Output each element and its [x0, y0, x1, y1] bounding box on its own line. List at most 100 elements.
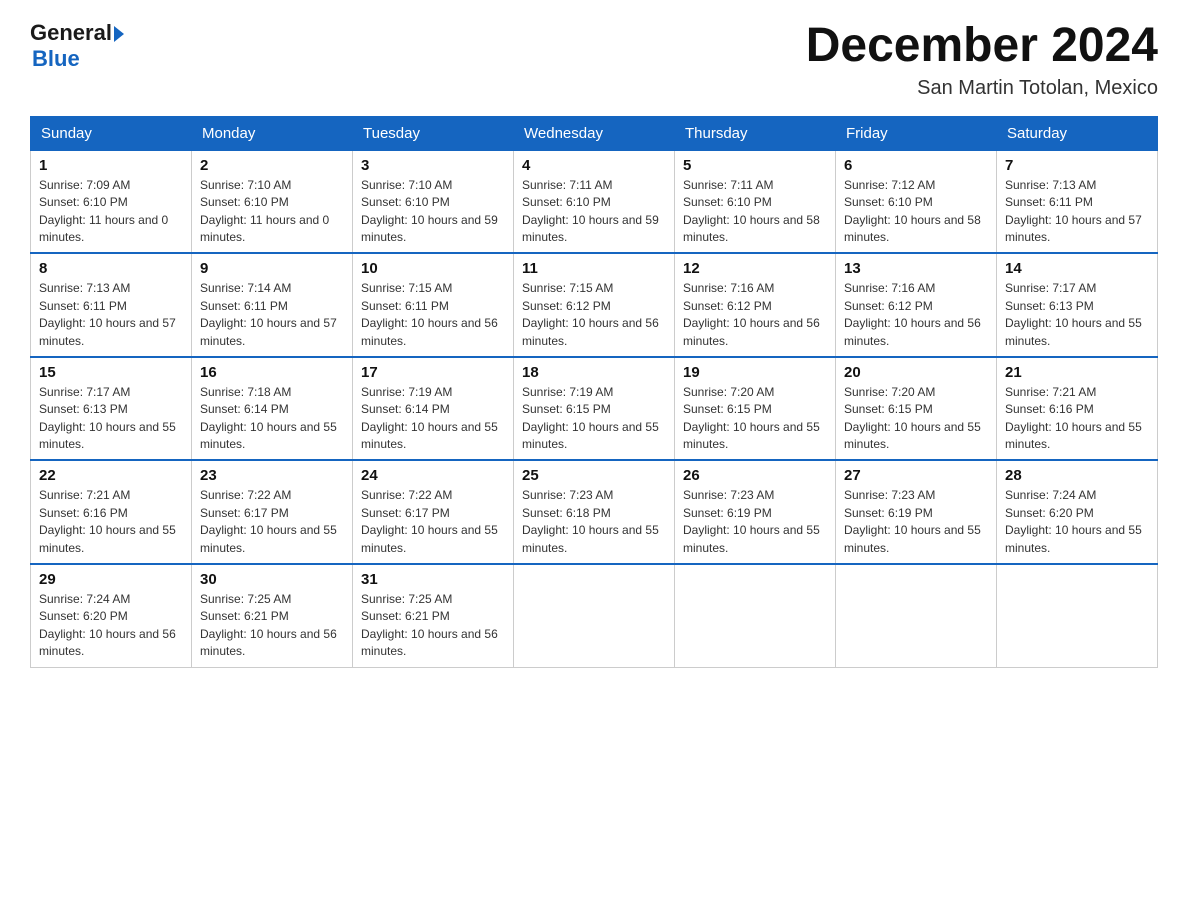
table-row: 30 Sunrise: 7:25 AMSunset: 6:21 PMDaylig… — [192, 564, 353, 667]
day-number: 1 — [39, 157, 183, 174]
day-info: Sunrise: 7:17 AMSunset: 6:13 PMDaylight:… — [1005, 281, 1142, 347]
table-row: 17 Sunrise: 7:19 AMSunset: 6:14 PMDaylig… — [353, 357, 514, 461]
day-info: Sunrise: 7:17 AMSunset: 6:13 PMDaylight:… — [39, 385, 176, 451]
day-info: Sunrise: 7:16 AMSunset: 6:12 PMDaylight:… — [844, 281, 981, 347]
day-info: Sunrise: 7:21 AMSunset: 6:16 PMDaylight:… — [1005, 385, 1142, 451]
day-info: Sunrise: 7:16 AMSunset: 6:12 PMDaylight:… — [683, 281, 820, 347]
table-row: 7 Sunrise: 7:13 AMSunset: 6:11 PMDayligh… — [997, 150, 1158, 253]
day-info: Sunrise: 7:18 AMSunset: 6:14 PMDaylight:… — [200, 385, 337, 451]
day-info: Sunrise: 7:19 AMSunset: 6:14 PMDaylight:… — [361, 385, 498, 451]
day-info: Sunrise: 7:21 AMSunset: 6:16 PMDaylight:… — [39, 488, 176, 554]
day-number: 6 — [844, 157, 988, 174]
day-info: Sunrise: 7:22 AMSunset: 6:17 PMDaylight:… — [200, 488, 337, 554]
col-thursday: Thursday — [675, 116, 836, 150]
table-row: 16 Sunrise: 7:18 AMSunset: 6:14 PMDaylig… — [192, 357, 353, 461]
table-row: 23 Sunrise: 7:22 AMSunset: 6:17 PMDaylig… — [192, 460, 353, 564]
day-info: Sunrise: 7:20 AMSunset: 6:15 PMDaylight:… — [683, 385, 820, 451]
day-info: Sunrise: 7:25 AMSunset: 6:21 PMDaylight:… — [361, 592, 498, 658]
day-number: 18 — [522, 364, 666, 381]
logo-blue-text: Blue — [32, 46, 80, 72]
table-row — [514, 564, 675, 667]
table-row — [836, 564, 997, 667]
day-info: Sunrise: 7:09 AMSunset: 6:10 PMDaylight:… — [39, 178, 168, 244]
table-row: 15 Sunrise: 7:17 AMSunset: 6:13 PMDaylig… — [31, 357, 192, 461]
table-row: 6 Sunrise: 7:12 AMSunset: 6:10 PMDayligh… — [836, 150, 997, 253]
table-row: 14 Sunrise: 7:17 AMSunset: 6:13 PMDaylig… — [997, 253, 1158, 357]
day-number: 17 — [361, 364, 505, 381]
title-area: December 2024 San Martin Totolan, Mexico — [806, 20, 1158, 100]
day-number: 2 — [200, 157, 344, 174]
day-number: 25 — [522, 467, 666, 484]
day-info: Sunrise: 7:23 AMSunset: 6:19 PMDaylight:… — [683, 488, 820, 554]
day-number: 4 — [522, 157, 666, 174]
day-info: Sunrise: 7:15 AMSunset: 6:12 PMDaylight:… — [522, 281, 659, 347]
table-row: 10 Sunrise: 7:15 AMSunset: 6:11 PMDaylig… — [353, 253, 514, 357]
table-row: 26 Sunrise: 7:23 AMSunset: 6:19 PMDaylig… — [675, 460, 836, 564]
col-sunday: Sunday — [31, 116, 192, 150]
table-row: 18 Sunrise: 7:19 AMSunset: 6:15 PMDaylig… — [514, 357, 675, 461]
table-row: 29 Sunrise: 7:24 AMSunset: 6:20 PMDaylig… — [31, 564, 192, 667]
day-info: Sunrise: 7:12 AMSunset: 6:10 PMDaylight:… — [844, 178, 981, 244]
day-number: 14 — [1005, 260, 1149, 277]
table-row: 1 Sunrise: 7:09 AMSunset: 6:10 PMDayligh… — [31, 150, 192, 253]
day-info: Sunrise: 7:13 AMSunset: 6:11 PMDaylight:… — [1005, 178, 1142, 244]
table-row: 22 Sunrise: 7:21 AMSunset: 6:16 PMDaylig… — [31, 460, 192, 564]
calendar-week-row: 29 Sunrise: 7:24 AMSunset: 6:20 PMDaylig… — [31, 564, 1158, 667]
day-number: 26 — [683, 467, 827, 484]
day-info: Sunrise: 7:19 AMSunset: 6:15 PMDaylight:… — [522, 385, 659, 451]
day-number: 28 — [1005, 467, 1149, 484]
day-number: 27 — [844, 467, 988, 484]
table-row: 12 Sunrise: 7:16 AMSunset: 6:12 PMDaylig… — [675, 253, 836, 357]
day-number: 16 — [200, 364, 344, 381]
day-info: Sunrise: 7:25 AMSunset: 6:21 PMDaylight:… — [200, 592, 337, 658]
logo-arrow-icon — [114, 26, 124, 42]
day-info: Sunrise: 7:24 AMSunset: 6:20 PMDaylight:… — [1005, 488, 1142, 554]
day-info: Sunrise: 7:22 AMSunset: 6:17 PMDaylight:… — [361, 488, 498, 554]
calendar-week-row: 15 Sunrise: 7:17 AMSunset: 6:13 PMDaylig… — [31, 357, 1158, 461]
logo-general-text: General — [30, 20, 112, 46]
day-info: Sunrise: 7:20 AMSunset: 6:15 PMDaylight:… — [844, 385, 981, 451]
day-number: 13 — [844, 260, 988, 277]
table-row: 31 Sunrise: 7:25 AMSunset: 6:21 PMDaylig… — [353, 564, 514, 667]
day-info: Sunrise: 7:24 AMSunset: 6:20 PMDaylight:… — [39, 592, 176, 658]
day-number: 7 — [1005, 157, 1149, 174]
calendar-week-row: 1 Sunrise: 7:09 AMSunset: 6:10 PMDayligh… — [31, 150, 1158, 253]
day-number: 21 — [1005, 364, 1149, 381]
location-subtitle: San Martin Totolan, Mexico — [806, 77, 1158, 100]
col-wednesday: Wednesday — [514, 116, 675, 150]
calendar-table: Sunday Monday Tuesday Wednesday Thursday… — [30, 116, 1158, 668]
day-info: Sunrise: 7:23 AMSunset: 6:19 PMDaylight:… — [844, 488, 981, 554]
day-info: Sunrise: 7:15 AMSunset: 6:11 PMDaylight:… — [361, 281, 498, 347]
day-info: Sunrise: 7:11 AMSunset: 6:10 PMDaylight:… — [522, 178, 659, 244]
table-row: 5 Sunrise: 7:11 AMSunset: 6:10 PMDayligh… — [675, 150, 836, 253]
table-row: 27 Sunrise: 7:23 AMSunset: 6:19 PMDaylig… — [836, 460, 997, 564]
header-row: Sunday Monday Tuesday Wednesday Thursday… — [31, 116, 1158, 150]
calendar-week-row: 8 Sunrise: 7:13 AMSunset: 6:11 PMDayligh… — [31, 253, 1158, 357]
day-info: Sunrise: 7:14 AMSunset: 6:11 PMDaylight:… — [200, 281, 337, 347]
day-number: 23 — [200, 467, 344, 484]
day-number: 24 — [361, 467, 505, 484]
col-monday: Monday — [192, 116, 353, 150]
day-info: Sunrise: 7:10 AMSunset: 6:10 PMDaylight:… — [200, 178, 329, 244]
day-number: 3 — [361, 157, 505, 174]
day-number: 31 — [361, 571, 505, 588]
day-number: 19 — [683, 364, 827, 381]
day-number: 15 — [39, 364, 183, 381]
day-number: 20 — [844, 364, 988, 381]
day-info: Sunrise: 7:10 AMSunset: 6:10 PMDaylight:… — [361, 178, 498, 244]
day-number: 12 — [683, 260, 827, 277]
table-row: 13 Sunrise: 7:16 AMSunset: 6:12 PMDaylig… — [836, 253, 997, 357]
table-row: 20 Sunrise: 7:20 AMSunset: 6:15 PMDaylig… — [836, 357, 997, 461]
day-number: 29 — [39, 571, 183, 588]
table-row — [675, 564, 836, 667]
col-saturday: Saturday — [997, 116, 1158, 150]
table-row: 9 Sunrise: 7:14 AMSunset: 6:11 PMDayligh… — [192, 253, 353, 357]
table-row: 8 Sunrise: 7:13 AMSunset: 6:11 PMDayligh… — [31, 253, 192, 357]
day-info: Sunrise: 7:13 AMSunset: 6:11 PMDaylight:… — [39, 281, 176, 347]
table-row: 2 Sunrise: 7:10 AMSunset: 6:10 PMDayligh… — [192, 150, 353, 253]
col-tuesday: Tuesday — [353, 116, 514, 150]
day-number: 9 — [200, 260, 344, 277]
calendar-week-row: 22 Sunrise: 7:21 AMSunset: 6:16 PMDaylig… — [31, 460, 1158, 564]
table-row: 25 Sunrise: 7:23 AMSunset: 6:18 PMDaylig… — [514, 460, 675, 564]
table-row: 3 Sunrise: 7:10 AMSunset: 6:10 PMDayligh… — [353, 150, 514, 253]
